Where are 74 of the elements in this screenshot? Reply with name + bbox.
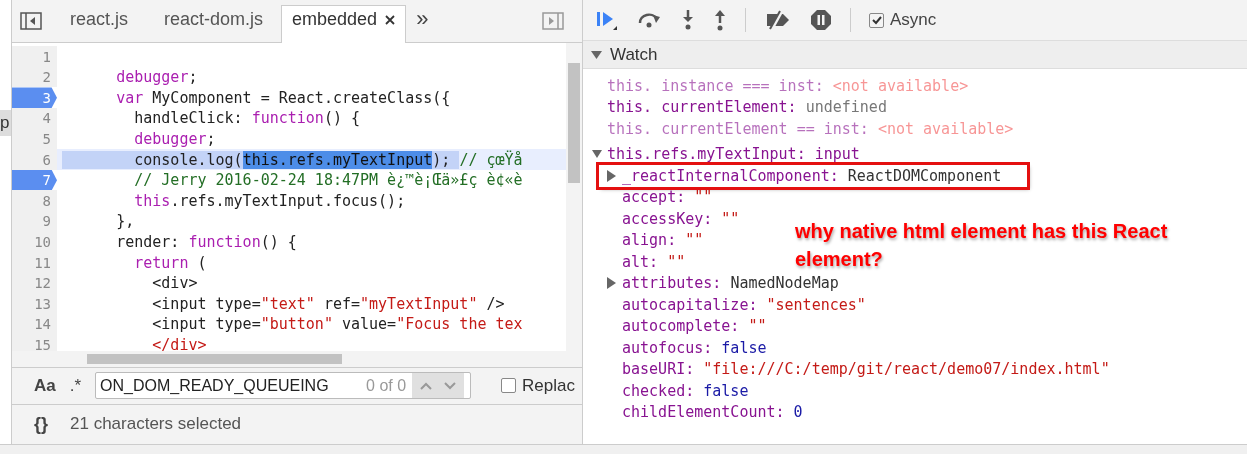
property-row: alt: ""	[622, 252, 686, 271]
property-row: accept: ""	[622, 188, 713, 207]
status-text: 21 characters selected	[70, 414, 242, 435]
step-into-icon[interactable]	[681, 9, 695, 31]
code-line: return (	[133, 252, 208, 273]
expand-triangle-icon[interactable]	[592, 149, 602, 160]
code-line: debugger;	[115, 67, 199, 88]
line-number[interactable]: 12	[12, 272, 57, 294]
code-line: // Jerry 2016-02-24 18:47PM è¿™è¡Œä»£ç è¢«è	[133, 170, 524, 191]
annotation-text: why native html element has this React element?	[795, 219, 1169, 272]
sidebar-toggle-icon[interactable]	[20, 12, 42, 31]
close-icon[interactable]	[385, 14, 396, 25]
code-line: },	[115, 211, 136, 232]
property-row: childElementCount: 0	[622, 403, 803, 422]
panel-edge-text: p	[0, 110, 11, 136]
line-number[interactable]: 10	[12, 231, 57, 253]
line-number[interactable]: 3	[12, 87, 57, 109]
code-line: debugger;	[133, 128, 217, 150]
line-number[interactable]: 9	[12, 211, 57, 232]
watch-expression: this. currentElement: undefined	[606, 97, 887, 118]
property-row: autocomplete: ""	[622, 317, 767, 336]
property-row: autofocus: false	[622, 338, 767, 357]
property-row: attributes: NamedNodeMap	[622, 274, 839, 293]
code-line: <div>	[151, 273, 199, 294]
watch-object: this.refs.myTextInput: input	[607, 145, 860, 164]
expand-triangle-icon[interactable]	[607, 169, 616, 182]
replace-checkbox[interactable]	[501, 378, 517, 394]
line-number[interactable]: 14	[12, 314, 57, 335]
horizontal-scrollbar[interactable]	[12, 351, 582, 368]
line-number[interactable]: 1	[12, 46, 57, 67]
step-over-icon[interactable]	[637, 11, 663, 29]
async-checkbox[interactable]	[869, 12, 884, 28]
watch-header[interactable]: Watch	[583, 41, 1247, 69]
regex-button[interactable]: .*	[69, 375, 82, 396]
line-number[interactable]: 5	[12, 128, 57, 150]
line-number[interactable]: 7	[12, 169, 57, 191]
code-line: console.log(this.refs.myTextInput); // çœŸå	[57, 149, 566, 170]
file-tab[interactable]: react-dom.js	[146, 6, 282, 43]
code-line: render: function() {	[115, 231, 298, 253]
match-case-button[interactable]: Aa	[34, 375, 56, 396]
pretty-print-button[interactable]: {}	[34, 413, 48, 435]
pause-icon[interactable]	[810, 9, 832, 31]
property-row: align: ""	[622, 231, 704, 250]
property-row: autocapitalize: "sentences"	[622, 295, 866, 314]
deactivate-breakpoints-icon[interactable]	[764, 10, 792, 30]
property-row: accessKey: ""	[622, 209, 740, 228]
line-number[interactable]: 11	[12, 252, 57, 273]
file-tab[interactable]: react.js	[52, 6, 147, 43]
line-number[interactable]: 13	[12, 293, 57, 314]
line-number[interactable]: 6	[12, 149, 57, 170]
watch-expression: this. instance === inst: <not available>	[606, 75, 969, 97]
code-line: this.refs.myTextInput.focus();	[133, 190, 407, 212]
code-line: </div>	[151, 334, 208, 352]
async-label: Async	[890, 10, 937, 30]
property-row: checked: false	[622, 381, 749, 400]
property-row: baseURI: "file:///C:/temp/git/react/demo07/index.html"	[622, 360, 1110, 379]
resume-icon[interactable]	[595, 9, 619, 31]
step-out-icon[interactable]	[713, 9, 727, 31]
line-number[interactable]: 2	[12, 66, 57, 88]
line-number[interactable]: 8	[12, 190, 57, 212]
vertical-scrollbar[interactable]	[566, 43, 582, 352]
code-line: handleClick: function() {	[133, 108, 362, 129]
property-row: _reactInternalComponent: ReactDOMComponent	[622, 166, 1002, 185]
collapse-triangle-icon[interactable]	[591, 49, 602, 60]
more-tabs-button[interactable]: »	[406, 6, 439, 43]
expand-triangle-icon[interactable]	[607, 277, 616, 290]
code-line: var MyComponent = React.createClass({	[115, 87, 452, 109]
file-tab[interactable]: embedded	[281, 5, 407, 44]
code-line: <input type="button" value="Focus the tex	[151, 314, 524, 335]
code-line: <input type="text" ref="myTextInput" />	[151, 293, 506, 314]
replace-label: Replac	[522, 375, 575, 396]
line-number[interactable]: 4	[12, 108, 57, 129]
watch-expression: this. currentElement == inst: <not available>	[606, 118, 1014, 140]
sidebar-toggle-icon[interactable]	[542, 12, 564, 31]
